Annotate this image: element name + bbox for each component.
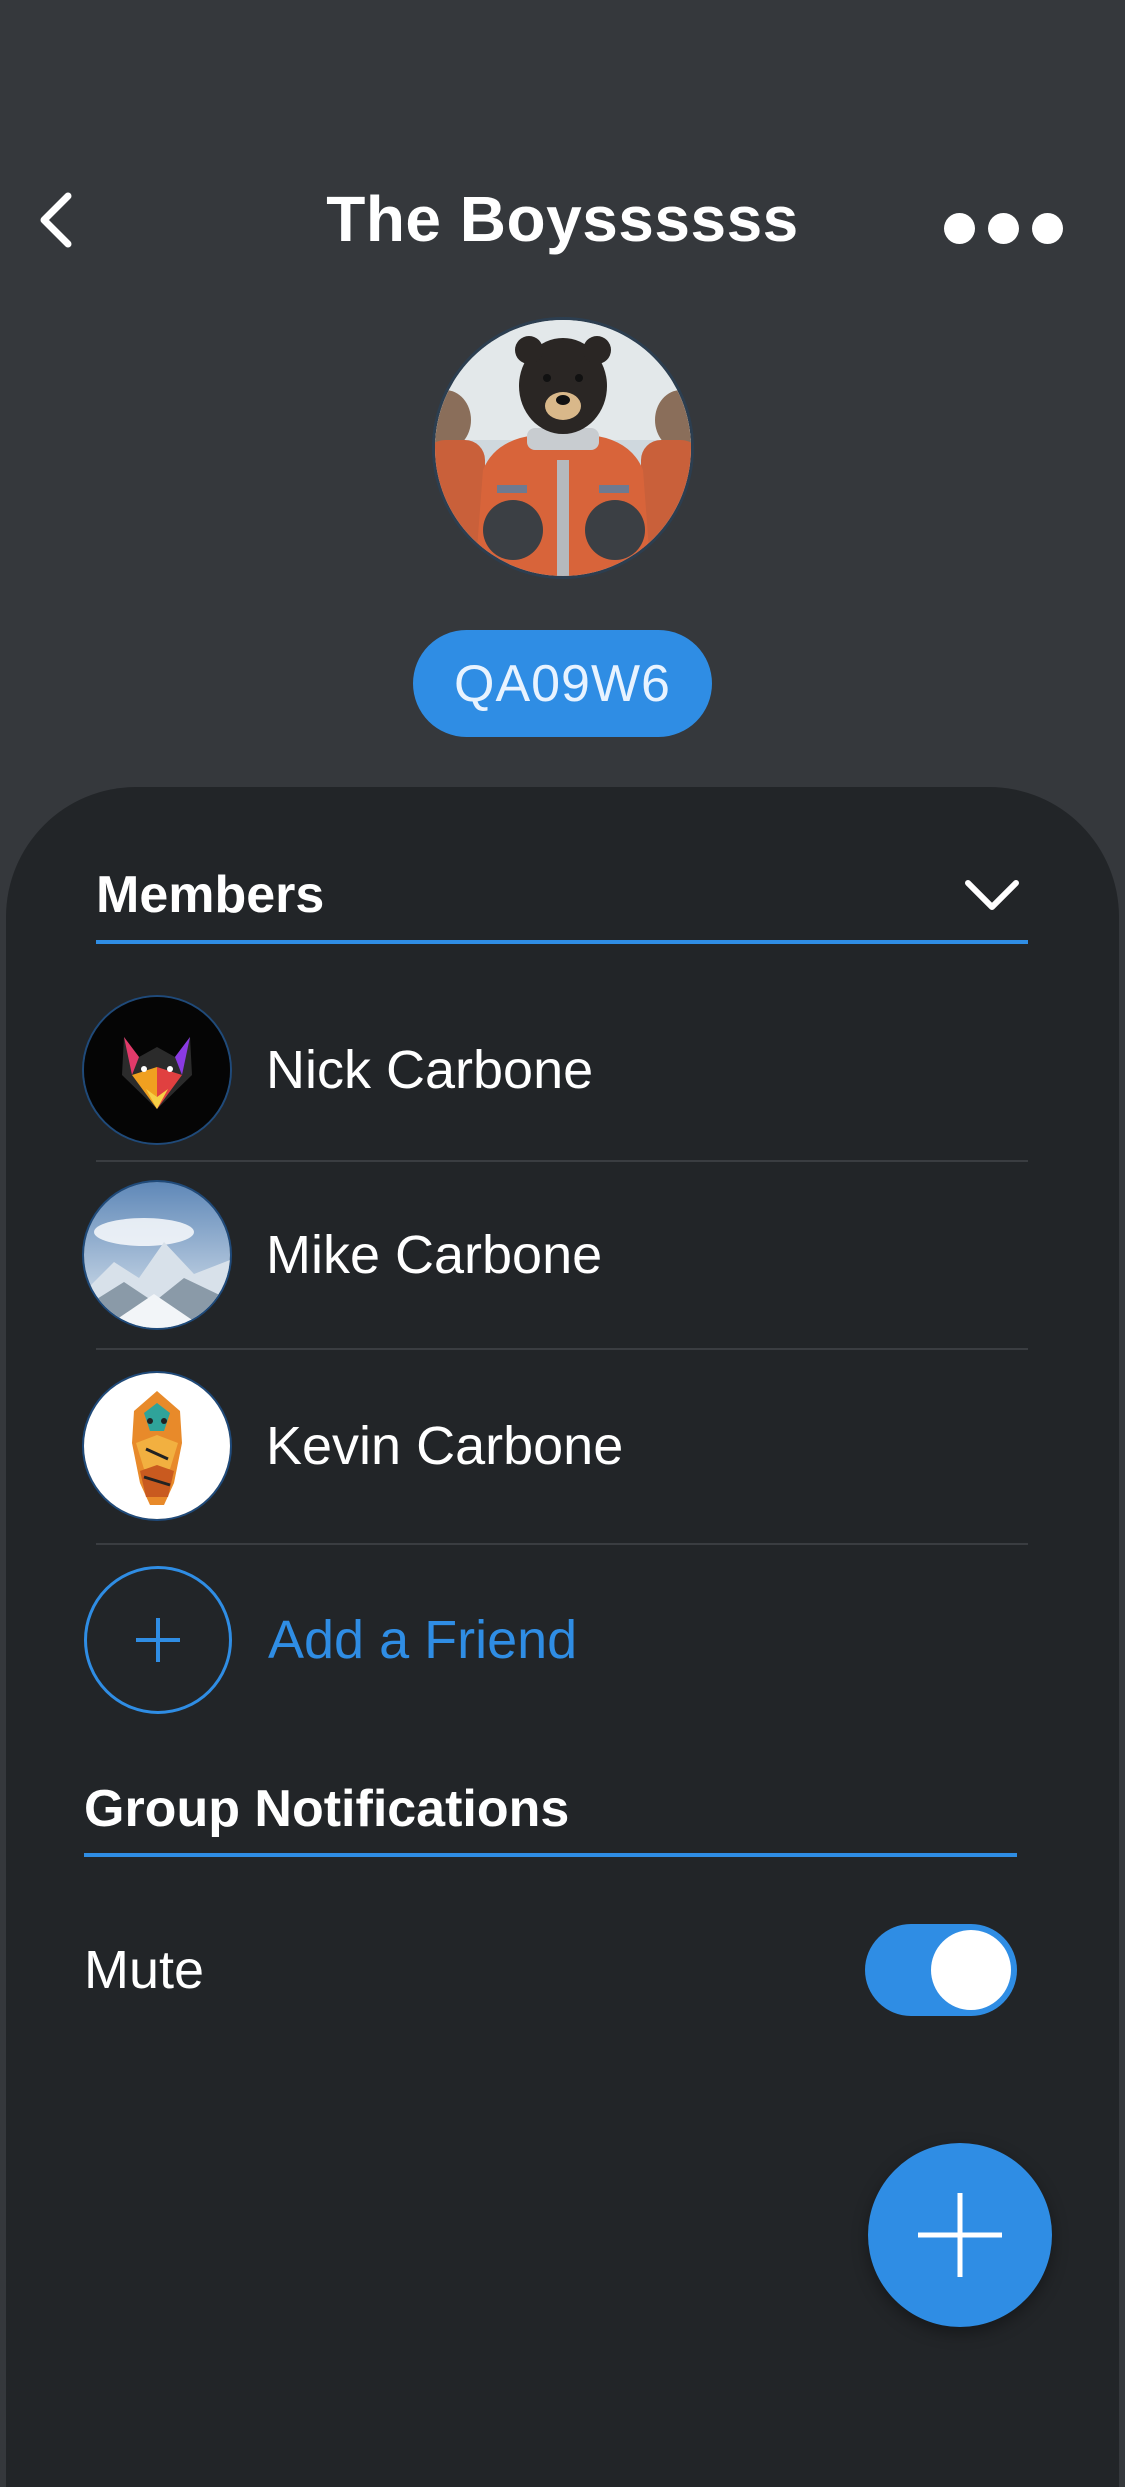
avatar bbox=[84, 1373, 230, 1519]
plus-icon bbox=[136, 1618, 180, 1662]
member-name: Kevin Carbone bbox=[266, 1416, 624, 1476]
member-name: Mike Carbone bbox=[266, 1225, 603, 1285]
more-dot bbox=[988, 212, 1019, 244]
add-fab-button[interactable] bbox=[868, 2143, 1052, 2327]
add-friend-button[interactable]: Add a Friend bbox=[84, 1566, 1028, 1714]
divider bbox=[96, 1543, 1028, 1545]
notifications-section-header: Group Notifications bbox=[84, 1765, 1017, 1857]
chevron-down-icon[interactable] bbox=[962, 865, 1022, 925]
group-avatar[interactable] bbox=[435, 320, 691, 576]
member-row[interactable]: Mike Carbone bbox=[84, 1182, 1028, 1328]
members-section-header[interactable]: Members bbox=[96, 850, 1028, 944]
toggle-knob bbox=[931, 1930, 1011, 2010]
divider bbox=[96, 1348, 1028, 1350]
more-horizontal-icon bbox=[944, 212, 975, 244]
plus-icon bbox=[918, 2193, 1002, 2277]
notifications-section-title: Group Notifications bbox=[84, 1780, 570, 1838]
astronaut-bear-image bbox=[435, 320, 691, 576]
avatar bbox=[84, 997, 230, 1143]
wolf-avatar-image bbox=[84, 997, 230, 1143]
mute-label: Mute bbox=[84, 1940, 205, 2000]
add-friend-label: Add a Friend bbox=[268, 1610, 578, 1670]
member-row[interactable]: Kevin Carbone bbox=[84, 1373, 1028, 1519]
avatar bbox=[84, 1182, 230, 1328]
tiger-avatar-image bbox=[84, 1373, 230, 1519]
mountain-avatar-image bbox=[84, 1182, 230, 1328]
more-dot bbox=[1032, 212, 1063, 244]
mute-setting-row: Mute bbox=[84, 1920, 1017, 2020]
add-friend-circle bbox=[84, 1566, 232, 1714]
more-options-button[interactable] bbox=[923, 205, 1063, 251]
divider bbox=[96, 1160, 1028, 1162]
member-row[interactable]: Nick Carbone bbox=[84, 997, 1028, 1143]
group-code-badge[interactable]: QA09W6 bbox=[413, 630, 712, 737]
member-name: Nick Carbone bbox=[266, 1040, 594, 1100]
mute-toggle[interactable] bbox=[865, 1924, 1017, 2016]
header: The Boyssssss QA09W6 bbox=[0, 0, 1125, 800]
members-section-title: Members bbox=[96, 866, 325, 924]
